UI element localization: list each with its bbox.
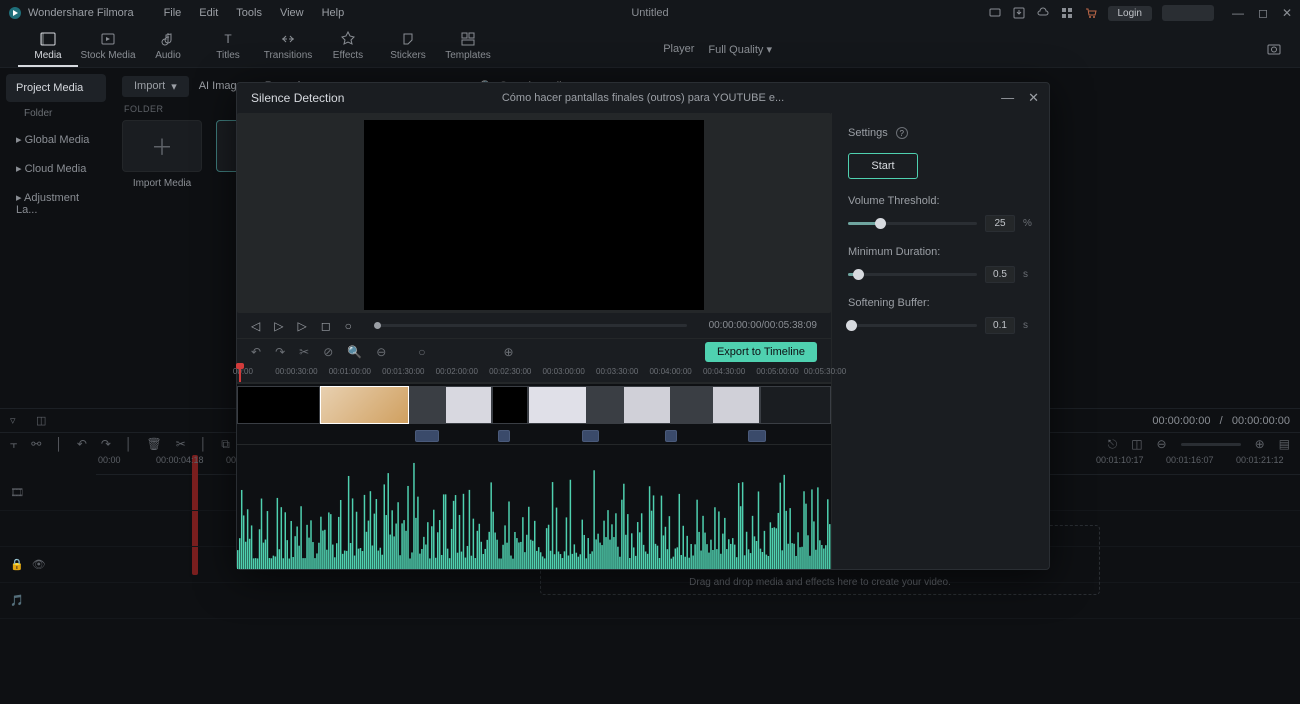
- minimum-duration-slider[interactable]: [848, 273, 977, 276]
- modal-minimize-icon[interactable]: —: [1001, 90, 1014, 106]
- settings-help-icon[interactable]: ?: [896, 127, 908, 139]
- apps-icon[interactable]: [1060, 6, 1074, 20]
- audio-track-icon: 🎵: [10, 594, 24, 607]
- volume-threshold-slider[interactable]: [848, 222, 977, 225]
- tl-cut-icon[interactable]: ✂: [176, 437, 186, 451]
- document-title: Untitled: [631, 7, 668, 19]
- menu-view[interactable]: View: [280, 7, 304, 19]
- tab-media[interactable]: Media: [18, 30, 78, 67]
- cloud-icon[interactable]: [1036, 6, 1050, 20]
- loop-icon[interactable]: ○: [345, 319, 352, 333]
- softening-buffer-label: Softening Buffer:: [848, 297, 1033, 309]
- svg-text:T: T: [224, 32, 232, 46]
- snapshot-icon[interactable]: [1266, 41, 1282, 57]
- softening-buffer-value[interactable]: [985, 317, 1015, 334]
- modal-ruler[interactable]: 00:00 00:00:30:00 00:01:00:00 00:01:30:0…: [237, 365, 831, 383]
- cart-icon[interactable]: [1084, 6, 1098, 20]
- lock-track-icon[interactable]: 🔒: [10, 558, 24, 571]
- step-back-icon[interactable]: ◁: [251, 319, 260, 333]
- modal-undo-icon[interactable]: ↶: [251, 345, 261, 359]
- save-icon[interactable]: [1012, 6, 1026, 20]
- tl-magnet-icon[interactable]: ⫟: [10, 437, 17, 452]
- maximize-icon[interactable]: ◻: [1258, 7, 1268, 19]
- ribbon: Media Stock Media Audio TTitles Transiti…: [0, 26, 1300, 68]
- tab-stickers[interactable]: Stickers: [378, 30, 438, 67]
- volume-threshold-label: Volume Threshold:: [848, 195, 1033, 207]
- export-to-timeline-button[interactable]: Export to Timeline: [705, 342, 817, 362]
- import-button[interactable]: Import ▾: [122, 76, 189, 97]
- modal-thumbnail-track[interactable]: [237, 383, 831, 445]
- modal-delete-icon[interactable]: ⊘: [323, 345, 333, 359]
- sidenav-adjustment[interactable]: ▸ Adjustment La...: [6, 183, 106, 224]
- tl-crop-icon[interactable]: ⧉: [221, 437, 230, 452]
- tab-templates[interactable]: Templates: [438, 30, 498, 67]
- media-sidenav: Project Media Folder ▸ Global Media ▸ Cl…: [0, 68, 112, 408]
- tl-project-icon[interactable]: ◫: [36, 414, 50, 428]
- close-icon[interactable]: ✕: [1282, 7, 1292, 19]
- modal-waveform[interactable]: [237, 445, 831, 569]
- settings-label: Settings: [848, 127, 888, 139]
- play-selection-icon[interactable]: ▷: [297, 319, 306, 333]
- tab-effects[interactable]: Effects: [318, 30, 378, 67]
- tl-link-icon[interactable]: ⚯: [31, 437, 41, 451]
- sidenav-folder[interactable]: Folder: [6, 102, 106, 125]
- tl-zoom-slider[interactable]: [1181, 443, 1241, 446]
- modal-cut-icon[interactable]: ✂: [299, 345, 309, 359]
- login-button[interactable]: Login: [1108, 6, 1152, 21]
- app-name: Wondershare Filmora: [28, 7, 134, 19]
- player-quality-select[interactable]: Full Quality ▾: [708, 43, 772, 56]
- start-button[interactable]: Start: [848, 153, 918, 179]
- tab-titles[interactable]: TTitles: [198, 30, 258, 67]
- tl-redo-icon[interactable]: ↷: [101, 437, 111, 451]
- volume-threshold-value[interactable]: [985, 215, 1015, 232]
- sidenav-cloud-media[interactable]: ▸ Cloud Media: [6, 154, 106, 183]
- titlebar: Wondershare Filmora File Edit Tools View…: [0, 0, 1300, 26]
- device-icon[interactable]: [988, 6, 1002, 20]
- tab-audio[interactable]: Audio: [138, 30, 198, 67]
- mute-track-icon[interactable]: 👁: [32, 558, 46, 571]
- modal-zoom-tool-icon[interactable]: 🔍: [347, 345, 362, 359]
- player-label: Player: [663, 43, 694, 55]
- import-media-tile[interactable]: ＋ Import Media: [122, 120, 202, 189]
- tab-transitions[interactable]: Transitions: [258, 30, 318, 67]
- tab-stock-media[interactable]: Stock Media: [78, 30, 138, 67]
- stop-icon[interactable]: ◻: [321, 319, 331, 333]
- app-logo-icon: [8, 6, 22, 20]
- modal-redo-icon[interactable]: ↷: [275, 345, 285, 359]
- menu-tools[interactable]: Tools: [236, 7, 262, 19]
- modal-timecode: 00:00:00:00/00:05:38:09: [709, 320, 817, 331]
- tl-adjust-icon[interactable]: ◫: [1131, 437, 1142, 451]
- modal-settings-panel: Settings ? Start Volume Threshold: % Min…: [831, 113, 1049, 569]
- modal-zoom-out-icon[interactable]: ⊖: [376, 345, 386, 359]
- modal-playhead[interactable]: [239, 365, 241, 382]
- modal-close-icon[interactable]: ✕: [1028, 90, 1039, 106]
- tl-mixer-icon[interactable]: ⎋: [1108, 437, 1118, 452]
- modal-zoom-knob[interactable]: ○: [418, 345, 425, 359]
- minimize-icon[interactable]: —: [1232, 7, 1244, 19]
- sidenav-project-media[interactable]: Project Media: [6, 74, 106, 102]
- tl-fit-icon[interactable]: ▤: [1279, 437, 1290, 451]
- tl-zoom-in-icon[interactable]: ⊕: [1255, 437, 1265, 451]
- silence-detection-modal: Silence Detection Cómo hacer pantallas f…: [236, 82, 1050, 570]
- video-track-icon: 🎞: [10, 486, 24, 499]
- play-icon[interactable]: ▷: [274, 319, 283, 333]
- menu-edit[interactable]: Edit: [199, 7, 218, 19]
- modal-zoom-in-icon[interactable]: ⊕: [504, 345, 514, 359]
- upgrade-button[interactable]: [1162, 5, 1214, 21]
- menu-file[interactable]: File: [164, 7, 182, 19]
- minimum-duration-value[interactable]: [985, 266, 1015, 283]
- minimum-duration-label: Minimum Duration:: [848, 246, 1033, 258]
- menubar: File Edit Tools View Help: [164, 7, 345, 19]
- sidenav-global-media[interactable]: ▸ Global Media: [6, 125, 106, 154]
- modal-title: Silence Detection: [251, 91, 344, 105]
- tl-delete-icon[interactable]: 🗑: [146, 437, 161, 451]
- modal-filename: Cómo hacer pantallas finales (outros) pa…: [502, 92, 784, 104]
- tl-undo-icon[interactable]: ↶: [77, 437, 87, 451]
- softening-buffer-slider[interactable]: [848, 324, 977, 327]
- tl-zoom-out-icon[interactable]: ⊖: [1157, 437, 1167, 451]
- modal-video-preview: [237, 113, 831, 313]
- menu-help[interactable]: Help: [322, 7, 345, 19]
- modal-seek-bar[interactable]: [374, 324, 687, 327]
- tl-marker-icon[interactable]: ▿: [10, 414, 24, 428]
